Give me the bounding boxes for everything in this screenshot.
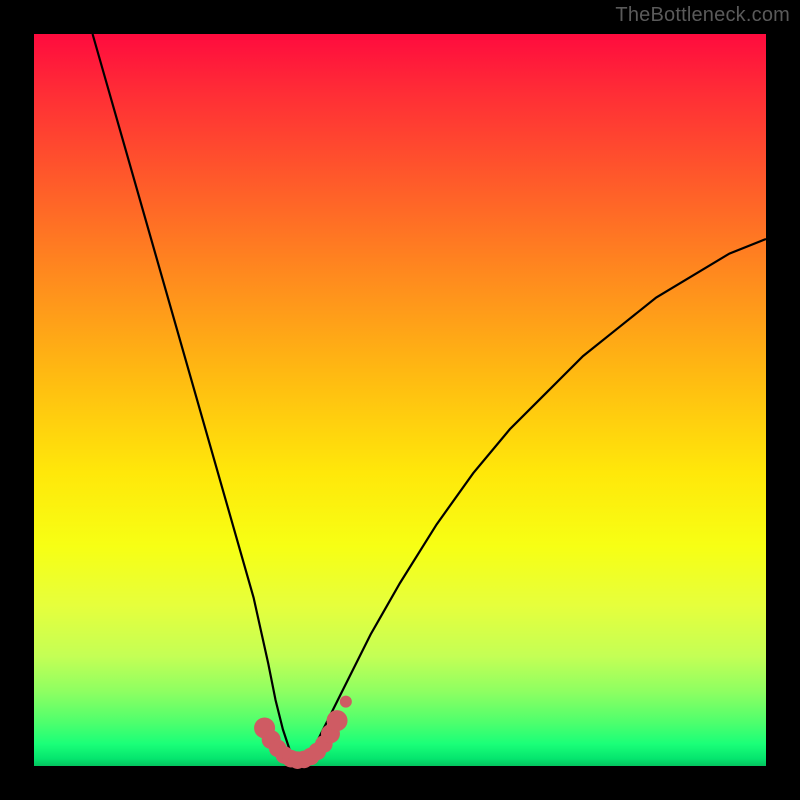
- optimal-range-dots: [254, 696, 352, 769]
- chart-svg: [34, 34, 766, 766]
- optimal-dot: [327, 710, 348, 731]
- watermark-text: TheBottleneck.com: [615, 4, 790, 27]
- outer-frame: TheBottleneck.com: [0, 0, 800, 800]
- optimal-dot-outlier: [340, 696, 352, 708]
- bottleneck-curve: [93, 34, 766, 759]
- plot-area: [34, 34, 766, 766]
